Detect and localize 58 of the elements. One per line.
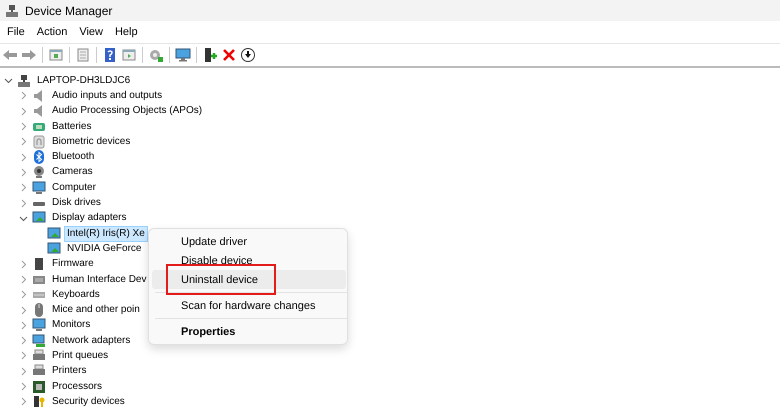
menu-item[interactable]: Disable device [152, 251, 346, 270]
network-icon [32, 334, 46, 348]
menu-item[interactable]: Uninstall device [152, 270, 346, 289]
tree-item[interactable]: Display adapters [49, 210, 130, 226]
gear-icon[interactable] [148, 47, 164, 63]
tree-item[interactable]: Computer [49, 180, 99, 196]
menu-item[interactable]: Help [110, 24, 142, 40]
tree-item[interactable]: Mice and other poin [49, 302, 143, 318]
computer-icon [17, 74, 31, 88]
tree-item[interactable]: Intel(R) Iris(R) Xe [64, 226, 148, 242]
tree-item[interactable]: Cameras [49, 164, 96, 180]
window-title: Device Manager [25, 4, 112, 18]
display-adapter-icon [32, 211, 46, 226]
tree-item[interactable]: Processors [49, 378, 106, 395]
webcam-icon [32, 165, 46, 180]
tree-item[interactable]: Printers [49, 363, 90, 380]
tree-item[interactable]: Bluetooth [49, 149, 98, 166]
tree-item[interactable]: Batteries [49, 118, 94, 135]
tree-item[interactable]: Audio inputs and outputs [49, 88, 166, 104]
forward-arrow-icon[interactable] [21, 47, 37, 63]
tree-item[interactable]: Disk drives [49, 195, 104, 212]
window-icon[interactable] [48, 47, 64, 63]
tree-item[interactable]: Monitors [49, 317, 94, 334]
display-adapter-icon [47, 242, 61, 256]
tree-item[interactable]: Firmware [49, 256, 97, 272]
monitor-icon [32, 318, 46, 332]
menu-item[interactable]: Properties [152, 322, 346, 341]
monitor-icon [32, 180, 46, 195]
menu-item[interactable]: Action [32, 24, 72, 40]
printer-icon [32, 348, 46, 363]
help-icon[interactable] [102, 47, 118, 63]
tree-item[interactable]: NVIDIA GeForce [64, 240, 144, 257]
tree-item[interactable]: Audio Processing Objects (APOs) [49, 103, 206, 120]
security-key-icon [32, 394, 46, 407]
device-add-icon[interactable] [202, 47, 218, 63]
tree-item[interactable]: Security devices [49, 394, 128, 407]
tree-item[interactable]: Print queues [49, 348, 112, 364]
close-icon[interactable] [221, 47, 237, 63]
download-circle-icon[interactable] [240, 47, 256, 63]
fingerprint-icon [32, 134, 46, 149]
menu-item[interactable]: Update driver [152, 232, 346, 251]
page-icon[interactable] [75, 47, 91, 63]
display-adapter-icon [47, 226, 61, 241]
back-arrow-icon[interactable] [2, 47, 18, 63]
menu-item[interactable]: Scan for hardware changes [152, 296, 346, 315]
app-icon [5, 4, 19, 18]
menu-item[interactable]: View [75, 24, 107, 40]
tree-item[interactable]: LAPTOP-DH3LDJC6 [34, 72, 134, 89]
window-icon[interactable] [121, 47, 137, 63]
tree-item[interactable]: Human Interface Dev [49, 272, 150, 288]
tree-item[interactable]: Biometric devices [49, 134, 134, 150]
processor-icon [32, 380, 46, 394]
tree-item[interactable]: Network adapters [49, 332, 134, 349]
monitor-icon[interactable] [175, 47, 191, 63]
tree-item[interactable]: Keyboards [49, 286, 103, 303]
mouse-icon [32, 303, 46, 318]
bluetooth-icon [32, 150, 46, 164]
menu-item[interactable]: File [3, 24, 29, 40]
